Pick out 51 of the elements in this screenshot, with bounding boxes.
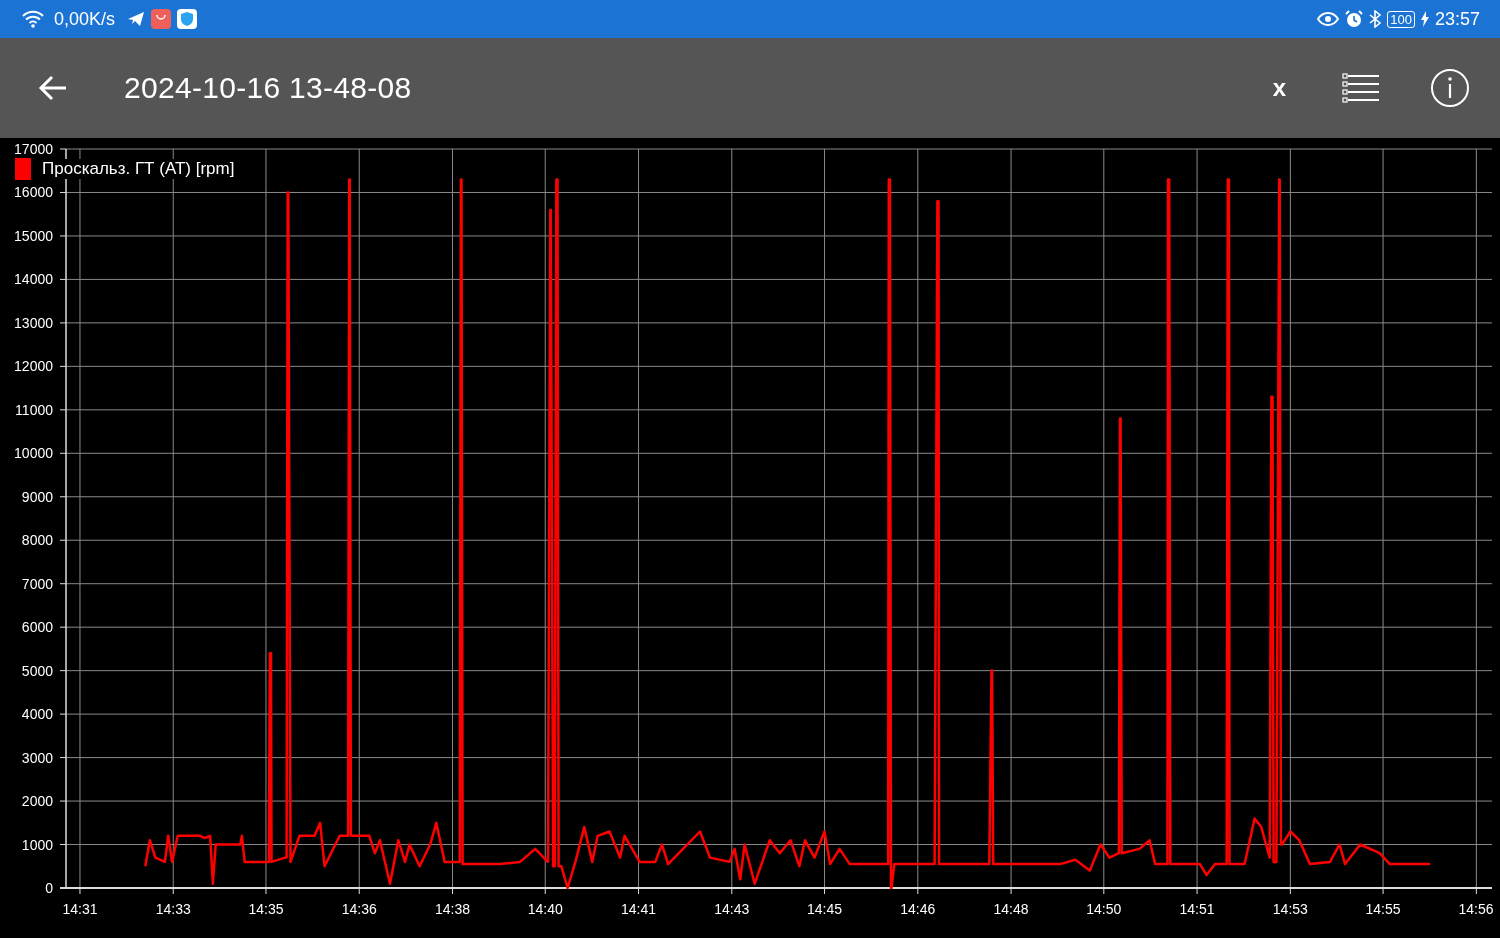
legend-label: Проскальз. ГТ (AT) [rpm] [40,159,237,179]
tick-label: 10000 [14,445,53,462]
tick-label: 14:38 [435,901,471,917]
alarm-clock-icon [1345,10,1364,28]
clock-time: 23:57 [1434,8,1480,30]
bluetooth-icon [1369,10,1382,28]
back-arrow-icon[interactable] [38,75,68,101]
tick-label: 0 [45,880,53,896]
tick-label: 9000 [21,488,53,505]
shopping-bag-icon [151,9,172,29]
tick-label: 5000 [21,662,53,679]
lightning-icon [1420,11,1429,27]
page-title: 2024-10-16 13-48-08 [124,71,413,105]
tick-label: 17000 [14,141,53,157]
tick-label: 14:36 [341,901,377,917]
paper-plane-icon [127,11,146,27]
tick-label: 15000 [14,227,53,244]
info-icon[interactable] [1430,68,1470,108]
network-speed: 0,00K/s [54,8,116,30]
tick-label: 14:48 [993,901,1029,917]
tick-label: 16000 [14,184,53,201]
tick-label: 14:40 [527,901,563,917]
shield-icon [177,9,198,29]
list-icon[interactable] [1342,73,1380,103]
tick-label: 14:43 [714,901,750,917]
wifi-icon [22,10,44,28]
tick-label: 12000 [14,358,53,375]
tick-label: 13000 [14,314,53,331]
x-button[interactable]: x [1266,72,1292,104]
tick-label: 14:53 [1272,901,1308,917]
battery-level: 100 [1387,10,1415,28]
tick-label: 4000 [21,706,53,723]
tick-label: 14000 [14,271,53,288]
tick-label: 14:45 [807,901,843,917]
tick-label: 14:35 [248,901,284,917]
tick-label: 1000 [21,836,53,853]
tick-label: 7000 [21,575,53,592]
tick-label: 14:41 [621,901,657,917]
tick-label: 6000 [21,619,53,636]
tick-label: 14:51 [1179,901,1215,917]
tick-label: 14:31 [62,901,98,917]
tick-label: 14:33 [155,901,191,917]
tick-label: 2000 [21,793,53,810]
tick-label: 14:50 [1086,901,1122,917]
eye-icon [1317,12,1340,26]
tick-label: 8000 [21,532,53,549]
tick-label: 14:56 [1458,901,1494,917]
tick-label: 11000 [15,401,53,418]
tick-label: 14:46 [900,901,936,917]
tick-label: 14:55 [1365,901,1401,917]
tick-label: 3000 [21,749,53,766]
